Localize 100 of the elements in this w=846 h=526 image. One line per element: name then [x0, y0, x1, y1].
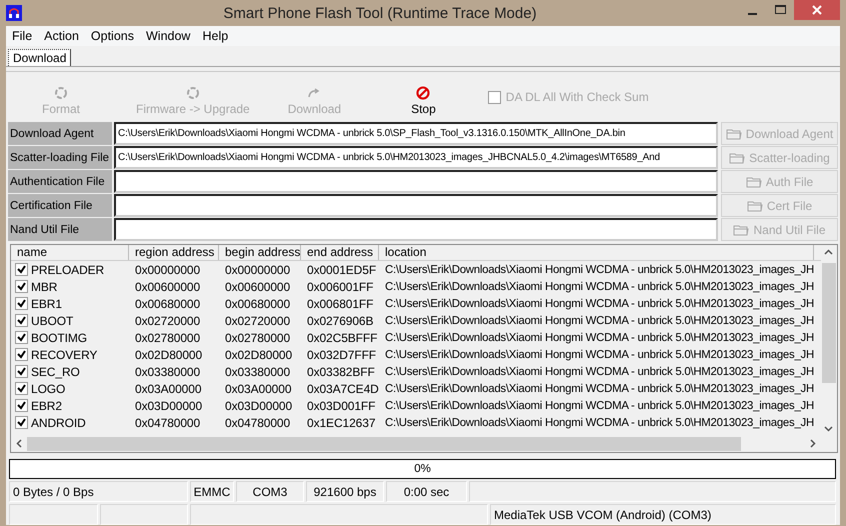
folder-icon — [733, 224, 750, 236]
field-label: Scatter-loading File — [8, 146, 112, 169]
folder-icon — [726, 128, 742, 140]
checkbox[interactable] — [15, 365, 28, 378]
path-field[interactable]: C:\Users\Erik\Downloads\Xiaomi Hongmi WCDMA - unbrick 5.0\HM2013023_images_JHBCNAL5.0_4.2\images\MT6589_And — [114, 146, 718, 169]
table-cell-text: 0x04780000 — [224, 416, 292, 430]
table-cell-text: 0x03382BFF — [306, 364, 376, 378]
checkbox[interactable] — [15, 297, 28, 310]
table-cell-text: C:\Users\Erik\Downloads\Xiaomi Hongmi WCDMA - unbrick 5.0\HM2013023_images_JH — [384, 332, 814, 344]
app-icon — [6, 5, 22, 21]
table-cell-text: 0x02780000 — [134, 330, 202, 344]
table-cell-text: C:\Users\Erik\Downloads\Xiaomi Hongmi WCDMA - unbrick 5.0\HM2013023_images_JH — [384, 400, 814, 412]
table-cell-text: 0x02720000 — [134, 314, 202, 328]
table-cell-text: 0x00600000 — [224, 280, 292, 294]
stop-icon — [416, 86, 430, 100]
scroll-left-icon[interactable] — [15, 439, 24, 448]
field-label: Nand Util File — [8, 218, 112, 241]
table-cell-text: 0x1EC12637 — [306, 416, 376, 430]
path-field[interactable] — [114, 194, 718, 217]
table-cell-text: C:\Users\Erik\Downloads\Xiaomi Hongmi WCDMA - unbrick 5.0\HM2013023_images_JH — [384, 280, 814, 292]
checkbox-label: DA DL All With Check Sum — [506, 90, 649, 104]
table-cell-text: 0x006001FF — [306, 280, 374, 294]
minimize-icon — [748, 12, 756, 14]
refresh-icon — [54, 86, 68, 100]
table-cell: EBR2 — [31, 398, 62, 412]
checkbox[interactable] — [15, 416, 28, 429]
table-cell-text: 0x03380000 — [134, 364, 202, 378]
table-cell-text: C:\Users\Erik\Downloads\Xiaomi Hongmi WCDMA - unbrick 5.0\HM2013023_images_JH — [384, 382, 814, 394]
column-header[interactable]: location — [379, 245, 814, 260]
scroll-down-icon[interactable] — [824, 424, 833, 433]
table-cell-text: 0x0276906B — [306, 314, 374, 328]
status-cell: COM3 — [236, 481, 304, 502]
path-field[interactable] — [114, 218, 718, 241]
column-header[interactable]: region address — [129, 245, 219, 260]
table-cell-text: 0x0001ED5F — [306, 262, 378, 276]
table-cell: UBOOT — [31, 314, 74, 328]
menu-item[interactable]: Action — [38, 29, 85, 43]
table-cell-text: C:\Users\Erik\Downloads\Xiaomi Hongmi WCDMA - unbrick 5.0\HM2013023_images_JH — [384, 264, 814, 276]
table-cell-text: 0x00000000 — [134, 262, 202, 276]
close-button[interactable] — [794, 0, 840, 20]
tab[interactable]: Download — [8, 49, 72, 66]
table-cell: PRELOADER — [31, 262, 104, 276]
table-cell-text: C:\Users\Erik\Downloads\Xiaomi Hongmi WCDMA - unbrick 5.0\HM2013023_images_JH — [384, 416, 814, 428]
table-cell-text: C:\Users\Erik\Downloads\Xiaomi Hongmi WCDMA - unbrick 5.0\HM2013023_images_JH — [384, 348, 814, 360]
table-cell: SEC_RO — [31, 364, 80, 378]
table-cell-text: 0x00000000 — [224, 262, 292, 276]
checkbox[interactable] — [15, 399, 28, 412]
menu-item[interactable]: File — [6, 29, 38, 43]
progress-label: 0% — [414, 463, 431, 475]
table-cell-text: 0x04780000 — [134, 416, 202, 430]
field-label: Certification File — [8, 194, 112, 217]
table-cell-text: 0x032D7FFF — [306, 348, 378, 362]
table-cell-text: 0x03D00000 — [134, 398, 204, 412]
table-cell-text: 0x00680000 — [224, 296, 292, 310]
column-header[interactable]: name — [11, 245, 129, 260]
table-cell-text: 0x00600000 — [134, 280, 202, 294]
path-field[interactable]: C:\Users\Erik\Downloads\Xiaomi Hongmi WCDMA - unbrick 5.0\SP_Flash_Tool_v3.1316.0.150\MTK_AllInOne_DA.bin — [114, 122, 718, 145]
folder-icon — [746, 176, 762, 188]
table-cell-text: 0x00680000 — [134, 296, 202, 310]
table-cell: RECOVERY — [31, 348, 98, 362]
table-cell-text: 0x03A00000 — [224, 382, 292, 396]
table-cell-text: C:\Users\Erik\Downloads\Xiaomi Hongmi WCDMA - unbrick 5.0\HM2013023_images_JH — [384, 314, 814, 326]
table-cell-text: 0x02C5BFFF — [306, 330, 378, 344]
menu-item[interactable]: Window — [140, 29, 196, 43]
checkbox[interactable] — [15, 280, 28, 293]
scroll-right-icon[interactable] — [808, 439, 817, 448]
table-cell-text: 0x03D001FF — [306, 398, 376, 412]
table-cell: ANDROID — [31, 416, 86, 430]
refresh-icon — [186, 86, 200, 100]
status-cell: 0 Bytes / 0 Bps — [9, 481, 188, 502]
column-header[interactable]: end address — [301, 245, 379, 260]
scroll-up-icon[interactable] — [824, 248, 833, 257]
menu-item[interactable]: Help — [196, 29, 234, 43]
table-cell: EBR1 — [31, 296, 62, 310]
window-title: Smart Phone Flash Tool (Runtime Trace Mode) — [222, 4, 538, 22]
toolbar-button[interactable]: Stop — [411, 86, 436, 116]
table-cell-text: 0x02780000 — [224, 330, 292, 344]
table-cell-text: 0x006801FF — [306, 296, 374, 310]
checkbox[interactable] — [15, 382, 28, 395]
path-field[interactable] — [114, 170, 718, 193]
checkbox[interactable] — [15, 348, 28, 361]
field-label: Authentication File — [8, 170, 112, 193]
table-cell: MBR — [31, 280, 58, 294]
table-cell: BOOTIMG — [31, 330, 87, 344]
table-cell-text: 0x03380000 — [224, 364, 292, 378]
status-cell: 921600 bps — [306, 481, 384, 502]
redo-arrow-icon — [307, 86, 322, 100]
table-cell-text: 0x03A7CE4D — [306, 382, 379, 396]
table-cell-text: 0x02D80000 — [224, 348, 294, 362]
checkbox[interactable] — [15, 314, 28, 327]
menu-item[interactable]: Options — [84, 29, 140, 43]
checkbox[interactable] — [15, 331, 28, 344]
field-label: Download Agent — [8, 122, 112, 145]
table-cell-text: 0x03A00000 — [134, 382, 202, 396]
table-cell-text: 0x03D00000 — [224, 398, 294, 412]
close-icon — [812, 5, 822, 15]
table-cell-text: 0x02D80000 — [134, 348, 204, 362]
column-header[interactable]: begin address — [219, 245, 301, 260]
checkbox[interactable] — [15, 263, 28, 276]
folder-icon — [746, 200, 763, 212]
